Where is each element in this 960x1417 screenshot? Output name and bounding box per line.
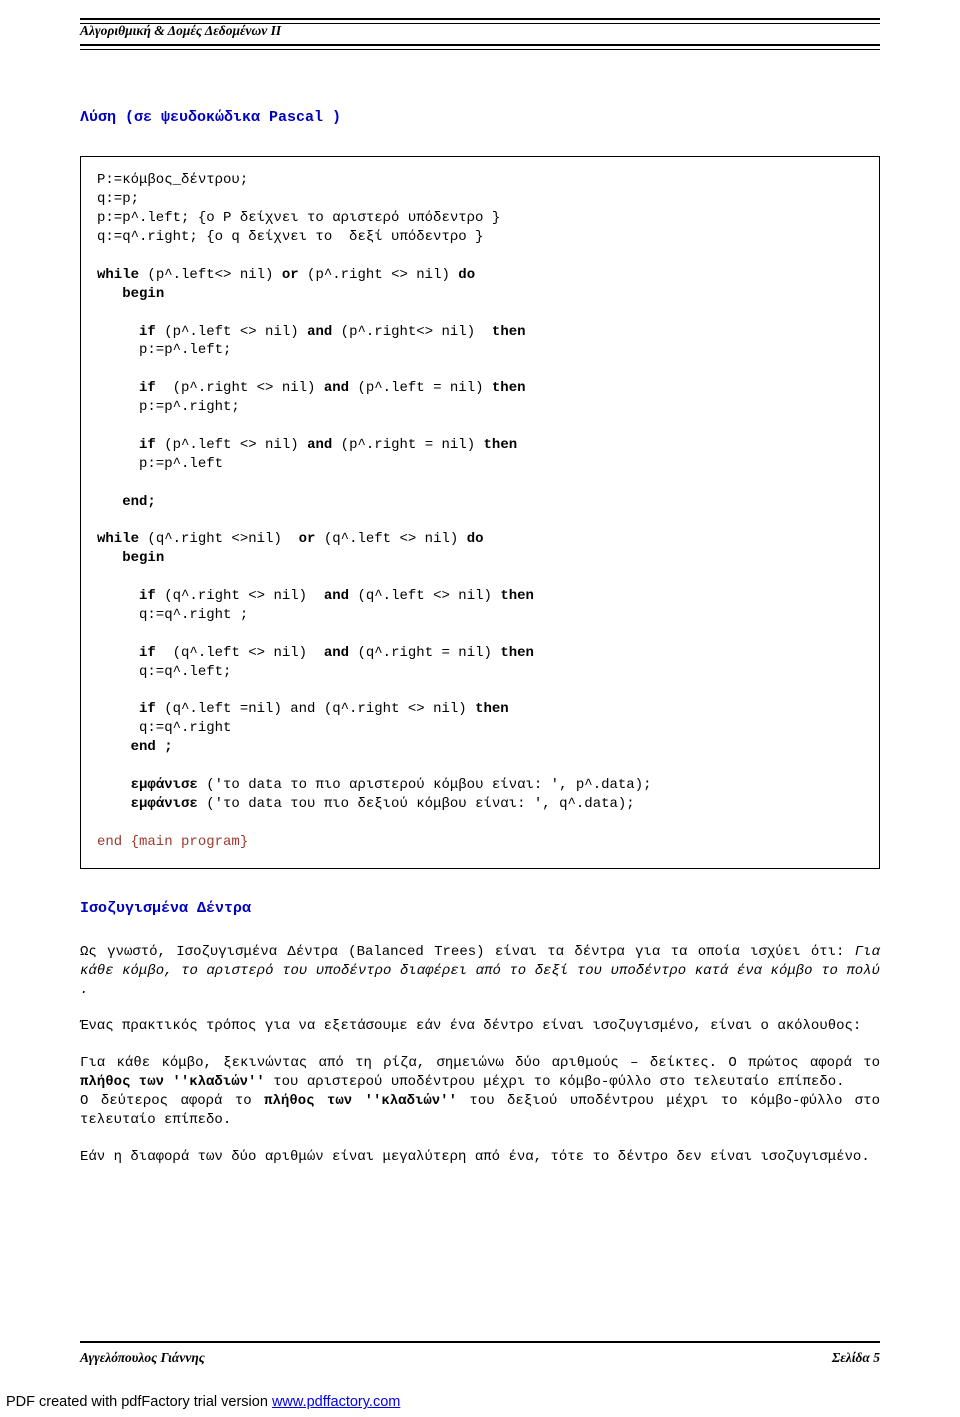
pdf-factory-note: PDF created with pdfFactory trial versio… <box>6 1393 400 1413</box>
balanced-trees-text: Ως γνωστό, Ισοζυγισμένα Δέντρα (Balanced… <box>80 943 880 1167</box>
footer-author: Αγγελόπουλος Γιάννης <box>80 1349 205 1367</box>
paragraph-text: Εάν η διαφορά των δύο αριθμών είναι μεγα… <box>80 1148 880 1167</box>
pseudocode-block: P:=κόμβος_δέντρου; q:=p; p:=p^.left; {ο … <box>80 156 880 868</box>
header-title: Αλγοριθμική & Δομές Δεδομένων ΙΙ <box>80 22 880 40</box>
paragraph-text: Ένας πρακτικός τρόπος για να εξετάσουμε … <box>80 1017 880 1036</box>
footer-page-number: Σελίδα 5 <box>832 1349 880 1367</box>
paragraph-text: Ο δεύτερος αφορά το <box>80 1093 264 1109</box>
paragraph-text: Για κάθε κόμβο, ξεκινώντας από τη ρίζα, … <box>80 1055 880 1071</box>
paragraph-bold: πλήθος των ''κλαδιών'' <box>80 1074 265 1090</box>
paragraph-text: του αριστερού υποδέντρου μέχρι το κόμβο-… <box>265 1074 845 1090</box>
pdf-factory-link[interactable]: www.pdffactory.com <box>272 1394 400 1410</box>
section-solution-title: Λύση (σε ψευδοκώδικα Pascal ) <box>80 108 880 128</box>
paragraph-bold: πλήθος των ''κλαδιών'' <box>264 1093 457 1109</box>
section-balanced-heading: Ισοζυγισμένα Δέντρα <box>80 899 880 919</box>
paragraph-text: Ως γνωστό, Ισοζυγισμένα Δέντρα (Balanced… <box>80 944 855 960</box>
pdf-note-text: PDF created with pdfFactory trial versio… <box>6 1394 272 1410</box>
